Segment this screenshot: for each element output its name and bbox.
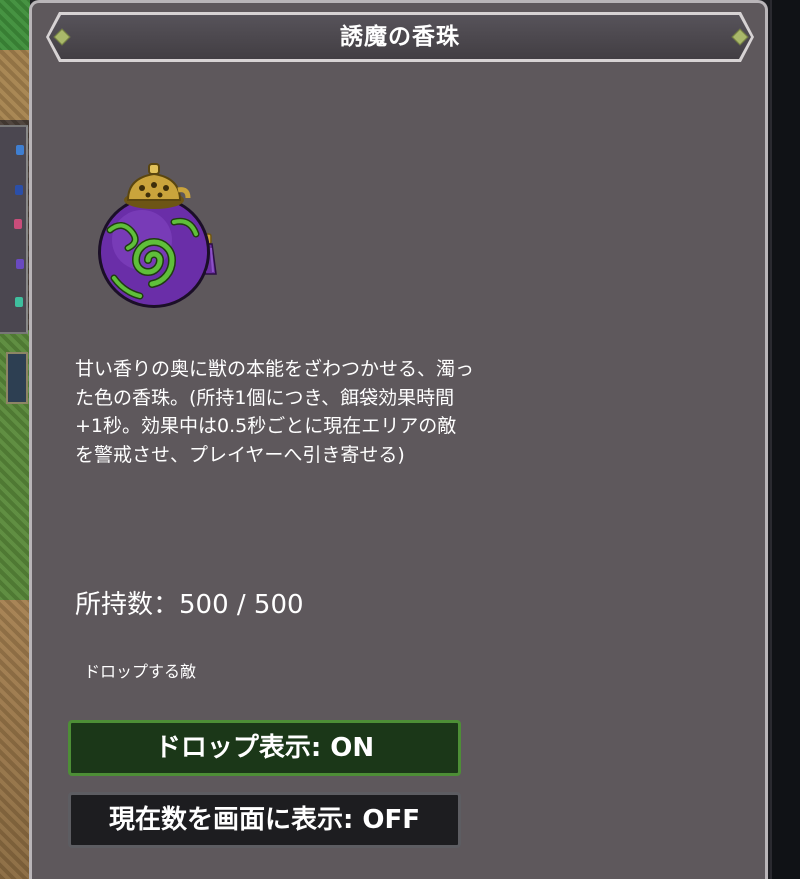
item-title: 誘魔の香珠 <box>340 24 460 50</box>
inventory-slot-strip <box>0 125 28 334</box>
show-count-on-screen-toggle-button[interactable]: 現在数を画面に表示: OFF <box>68 792 461 848</box>
map-object <box>6 352 28 404</box>
item-description: 甘い香りの奥に獣の本能をざわつかせる、濁った色の香珠。(所持1個につき、餌袋効果… <box>75 358 475 466</box>
gem-icon <box>14 219 22 229</box>
gem-icon <box>15 185 23 195</box>
gem-icon <box>15 297 23 307</box>
gem-icon <box>16 259 24 269</box>
owned-count: 所持数：500 / 500 <box>75 590 304 620</box>
drop-display-toggle-button[interactable]: ドロップ表示: ON <box>68 720 461 776</box>
purple-incense-orb-icon <box>98 163 217 308</box>
drop-enemies-label: ドロップする敵 <box>84 662 197 681</box>
gem-icon <box>16 145 24 155</box>
game-background-right <box>770 0 800 879</box>
